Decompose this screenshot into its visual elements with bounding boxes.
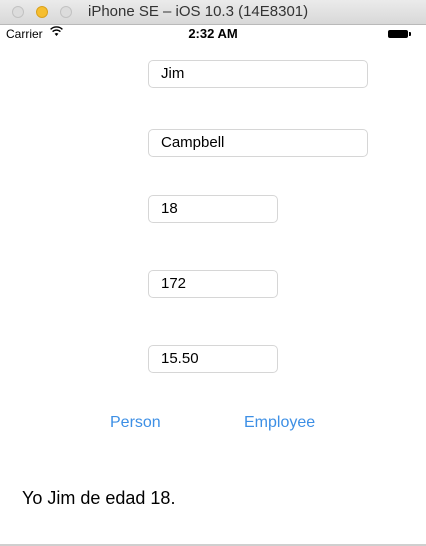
person-button[interactable]: Person [110, 414, 161, 432]
salary-field[interactable]: 15.50 [148, 345, 278, 373]
battery-icon [388, 30, 408, 38]
first-name-field[interactable]: Jim [148, 60, 368, 88]
employee-button[interactable]: Employee [244, 414, 315, 432]
zoom-window-button[interactable] [60, 6, 72, 18]
close-window-button[interactable] [12, 6, 24, 18]
status-time: 2:32 AM [188, 26, 238, 41]
battery-tip [409, 32, 411, 36]
last-name-field[interactable]: Campbell [148, 129, 368, 157]
minimize-window-button[interactable] [36, 6, 48, 18]
simulator-titlebar: iPhone SE – iOS 10.3 (14E8301) [0, 0, 426, 25]
status-bar: Carrier 2:32 AM [0, 25, 426, 45]
window-title: iPhone SE – iOS 10.3 (14E8301) [88, 3, 309, 20]
age-field[interactable]: 18 [148, 195, 278, 223]
result-label: Yo Jim de edad 18. [22, 488, 176, 508]
height-field[interactable]: 172 [148, 270, 278, 298]
